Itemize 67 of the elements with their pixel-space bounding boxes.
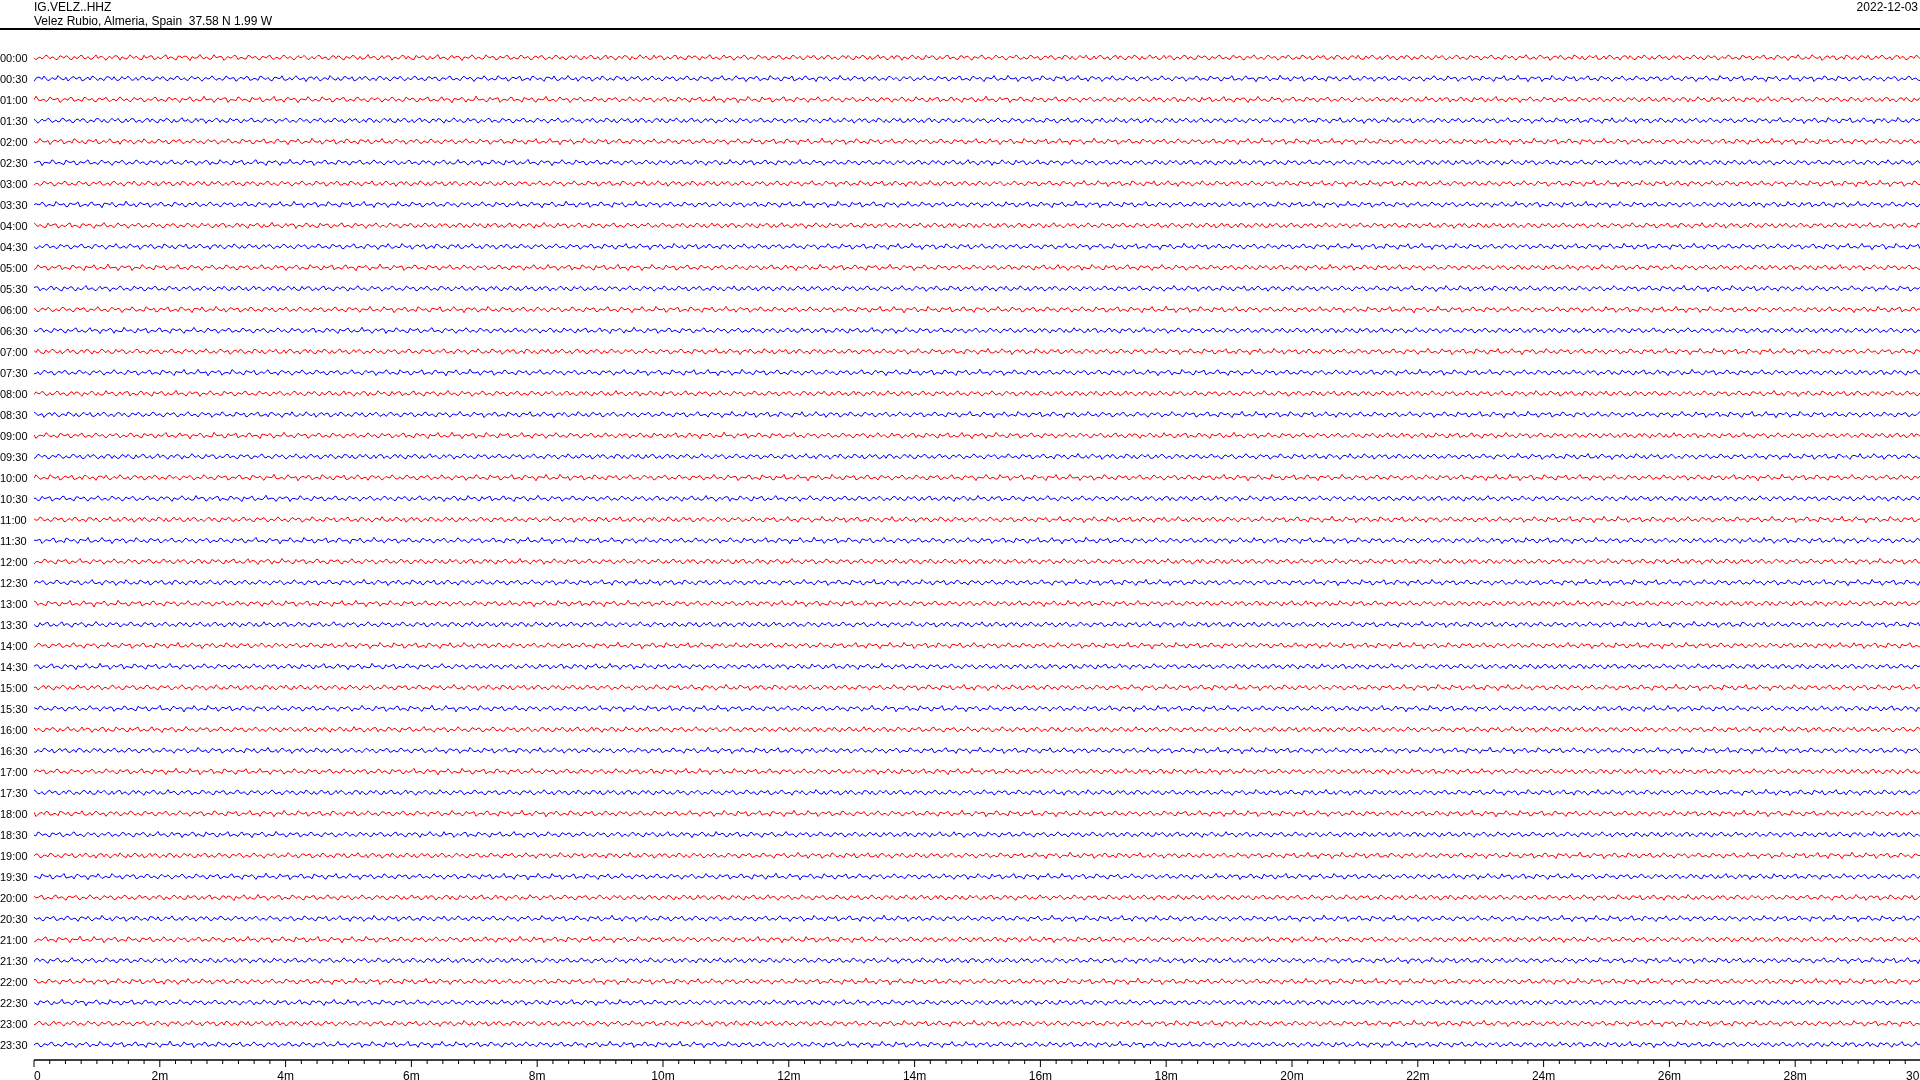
time-label: 19:00 bbox=[0, 849, 29, 862]
axis-tick-label: 30 bbox=[1906, 1069, 1920, 1080]
time-label: 22:00 bbox=[0, 975, 29, 988]
station-location: Velez Rubio, Almeria, Spain 37.58 N 1.99 W bbox=[34, 14, 273, 28]
time-label: 10:30 bbox=[0, 492, 29, 505]
time-label: 00:00 bbox=[0, 51, 29, 64]
time-label: 05:30 bbox=[0, 282, 29, 295]
time-label: 03:00 bbox=[0, 177, 29, 190]
time-label: 04:00 bbox=[0, 219, 29, 232]
time-label: 12:30 bbox=[0, 576, 29, 589]
axis-tick-label: 26m bbox=[1657, 1069, 1682, 1080]
axis-tick-label: 8m bbox=[528, 1069, 546, 1080]
time-label: 02:00 bbox=[0, 135, 29, 148]
time-label: 12:00 bbox=[0, 555, 29, 568]
time-label: 18:30 bbox=[0, 828, 29, 841]
time-label: 14:00 bbox=[0, 639, 29, 652]
time-label: 20:00 bbox=[0, 891, 29, 904]
time-label: 17:30 bbox=[0, 786, 29, 799]
time-label: 15:30 bbox=[0, 702, 29, 715]
date-label: 2022-12-03 bbox=[1856, 0, 1919, 16]
axis-tick-label: 16m bbox=[1028, 1069, 1053, 1080]
time-label: 21:00 bbox=[0, 933, 29, 946]
axis-tick-label: 22m bbox=[1406, 1069, 1430, 1080]
time-label: 18:00 bbox=[0, 807, 29, 820]
axis-tick-label: 20m bbox=[1280, 1069, 1304, 1080]
time-label: 11:00 bbox=[0, 513, 28, 526]
axis-tick-label: 24m bbox=[1531, 1069, 1556, 1080]
time-label: 21:30 bbox=[0, 954, 29, 967]
time-label: 22:30 bbox=[0, 996, 29, 1009]
time-label: 14:30 bbox=[0, 660, 29, 673]
axis-tick-label: 0 bbox=[34, 1069, 41, 1080]
axis-tick-label: 14m bbox=[902, 1069, 927, 1080]
time-label: 19:30 bbox=[0, 870, 29, 883]
time-label: 03:30 bbox=[0, 198, 29, 211]
time-label: 07:30 bbox=[0, 366, 29, 379]
time-label: 04:30 bbox=[0, 240, 29, 253]
time-label: 23:30 bbox=[0, 1038, 29, 1051]
axis-tick-label: 6m bbox=[403, 1069, 420, 1080]
time-label: 08:30 bbox=[0, 408, 29, 421]
axis-tick-label: 12m bbox=[777, 1069, 801, 1080]
time-label: 16:30 bbox=[0, 744, 29, 757]
time-label: 01:30 bbox=[0, 114, 29, 127]
axis-tick-label: 4m bbox=[277, 1069, 294, 1080]
time-label: 13:30 bbox=[0, 618, 29, 631]
time-label: 17:00 bbox=[0, 765, 29, 778]
time-label: 23:00 bbox=[0, 1017, 29, 1030]
time-label: 06:00 bbox=[0, 303, 29, 316]
time-label: 06:30 bbox=[0, 324, 29, 337]
time-label: 11:30 bbox=[0, 534, 28, 547]
time-label: 20:30 bbox=[0, 912, 29, 925]
axis-tick-label: 28m bbox=[1783, 1069, 1807, 1080]
time-label: 13:00 bbox=[0, 597, 29, 610]
time-label: 02:30 bbox=[0, 156, 29, 169]
time-label: 05:00 bbox=[0, 261, 29, 274]
time-label: 09:30 bbox=[0, 450, 29, 463]
axis-tick-label: 2m bbox=[151, 1069, 169, 1080]
station-code: IG.VELZ..HHZ bbox=[34, 0, 113, 14]
time-label: 15:00 bbox=[0, 681, 29, 694]
axis-tick-label: 18m bbox=[1154, 1069, 1178, 1080]
time-label: 01:00 bbox=[0, 93, 29, 106]
axis-tick-label: 10m bbox=[651, 1069, 675, 1080]
time-label: 09:00 bbox=[0, 429, 29, 442]
time-label: 16:00 bbox=[0, 723, 29, 736]
time-label: 10:00 bbox=[0, 471, 29, 484]
time-label: 08:00 bbox=[0, 387, 29, 400]
time-label: 07:00 bbox=[0, 345, 29, 358]
time-label: 00:30 bbox=[0, 72, 29, 85]
